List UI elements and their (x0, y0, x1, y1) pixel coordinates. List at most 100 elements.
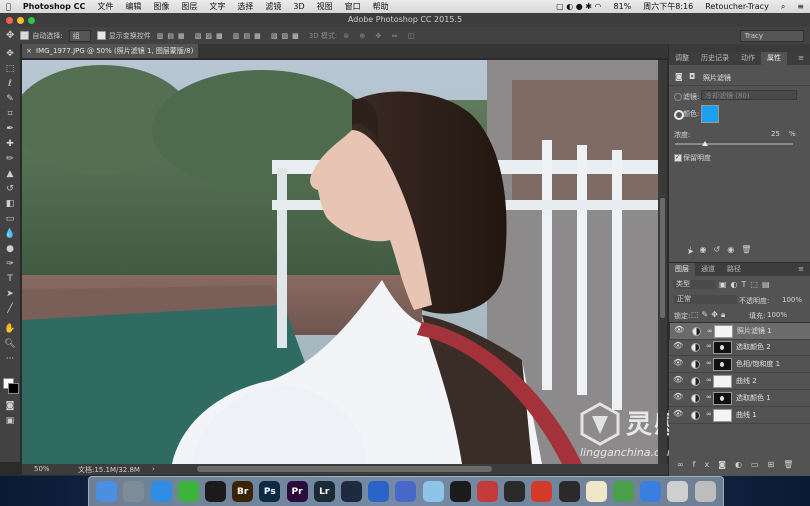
link-chain-icon[interactable]: ∞ (706, 393, 712, 401)
search-icon[interactable]: ⌕ (775, 2, 791, 12)
filter-dropdown[interactable]: 冷却滤镜 (80) (701, 90, 797, 100)
layer-mask-thumbnail[interactable] (713, 392, 732, 405)
zoom-window-button[interactable] (28, 17, 35, 24)
layer-row[interactable]: 👁︎ ∞ 选取颜色 1 (669, 390, 810, 407)
menu-image[interactable]: 图像 (147, 1, 175, 12)
filter-color-swatch[interactable] (701, 105, 719, 123)
tab-properties[interactable]: 属性 (761, 52, 787, 65)
opacity-value[interactable]: 100% (782, 296, 802, 304)
visibility-eye-icon[interactable]: 👁︎ (674, 326, 684, 334)
menu-layer[interactable]: 图层 (175, 1, 203, 12)
marquee-tool-icon[interactable]: ⬚ (4, 63, 16, 75)
layers-footer-icons[interactable]: ∞fx◙◐▭⊞🗑︎ (677, 460, 802, 469)
qq-icon[interactable] (204, 481, 226, 502)
visibility-eye-icon[interactable]: 👁︎ (673, 393, 683, 401)
layers-menu-icon[interactable]: ≡ (792, 263, 810, 276)
stamp-tool-icon[interactable]: ▲ (4, 168, 16, 180)
numbers-icon[interactable] (612, 481, 634, 502)
blur-tool-icon[interactable]: 💧 (4, 228, 16, 240)
type-tool-icon[interactable]: T (4, 273, 16, 285)
layer-name[interactable]: 选取颜色 1 (736, 393, 771, 403)
menu-type[interactable]: 文字 (203, 1, 231, 12)
bridge-icon[interactable]: Br (232, 481, 254, 502)
netease-music-icon[interactable] (531, 481, 553, 502)
trash-icon[interactable] (694, 481, 716, 502)
layer-mask-thumbnail[interactable] (713, 341, 732, 354)
status-icons[interactable]: ▢ ◐ ● ✱ ◠ (550, 2, 607, 11)
tab-layers[interactable]: 图层 (669, 263, 695, 276)
shape-tool-icon[interactable]: ╱ (4, 303, 16, 315)
visibility-eye-icon[interactable]: 👁︎ (673, 342, 683, 350)
status-menu-arrow-icon[interactable]: › (152, 465, 155, 473)
lasso-tool-icon[interactable]: ℓ (4, 78, 16, 90)
density-value[interactable]: 25 (771, 130, 780, 138)
davinci-icon[interactable] (449, 481, 471, 502)
layer-name[interactable]: 曲线 1 (736, 410, 757, 420)
properties-footer-icons[interactable]: ⤓◉↺◉🗑︎ (689, 245, 758, 255)
path-select-tool-icon[interactable]: ➤ (4, 288, 16, 300)
layer-name[interactable]: 曲线 2 (736, 376, 757, 386)
screen-icon[interactable] (667, 481, 689, 502)
obs-icon[interactable] (504, 481, 526, 502)
move-tool-icon[interactable]: ✥ (6, 30, 14, 41)
link-chain-icon[interactable]: ∞ (706, 376, 712, 384)
layer-name[interactable]: 色相/饱和度 1 (736, 359, 780, 369)
zoom-tool-icon[interactable]: 🔍︎ (4, 338, 16, 350)
quick-select-tool-icon[interactable]: ✎ (4, 93, 16, 105)
filter-kind-dropdown[interactable]: 类型 (673, 280, 716, 289)
document-size[interactable]: 文档:15.1M/32.8M (78, 465, 140, 475)
tab-channels[interactable]: 通道 (695, 263, 721, 276)
tab-actions[interactable]: 动作 (735, 52, 761, 65)
background-color-swatch[interactable] (8, 383, 19, 394)
mask-icon[interactable]: ◘ (689, 72, 695, 81)
datetime[interactable]: 周六下午8:16 (637, 1, 699, 12)
layer-name[interactable]: 照片滤镜 1 (737, 326, 772, 336)
healing-tool-icon[interactable]: ✚ (4, 138, 16, 150)
quicktime-icon[interactable] (558, 481, 580, 502)
baidu-netdisk-icon[interactable] (368, 481, 390, 502)
vertical-scroll-thumb[interactable] (660, 198, 665, 318)
close-window-button[interactable] (6, 17, 13, 24)
move-tool-icon[interactable]: ✥ (4, 48, 16, 60)
menu-list-icon[interactable]: ≡ (791, 2, 810, 11)
vertical-scrollbar[interactable] (658, 60, 667, 464)
tab-paths[interactable]: 路径 (721, 263, 747, 276)
close-tab-icon[interactable]: × (26, 44, 32, 58)
info-icon[interactable] (422, 481, 444, 502)
safari-icon[interactable] (150, 481, 172, 502)
panel-menu-icon[interactable]: ≡ (792, 52, 810, 65)
menu-select[interactable]: 选择 (231, 1, 259, 12)
horizontal-scroll-thumb[interactable] (197, 466, 492, 472)
hand-tool-icon[interactable]: ✋ (4, 323, 16, 335)
panel-collapse-bar[interactable] (669, 44, 810, 52)
blend-mode-dropdown[interactable]: 正常 (674, 295, 737, 304)
menu-file[interactable]: 文件 (91, 1, 119, 12)
document-tab[interactable]: × IMG_1977.JPG @ 50% (照片滤镜 1, 图层蒙版/8) * (22, 44, 198, 69)
quick-mask-icon[interactable]: ◙ (4, 400, 16, 412)
wechat-icon[interactable] (177, 481, 199, 502)
menu-3d[interactable]: 3D (287, 2, 310, 11)
dodge-tool-icon[interactable]: ● (4, 243, 16, 255)
user-name[interactable]: Retoucher-Tracy (699, 2, 775, 11)
menu-photoshop[interactable]: Photoshop CC (17, 2, 92, 11)
lightroom-icon[interactable]: Lr (313, 481, 335, 502)
filter-radio[interactable] (674, 93, 682, 101)
visibility-eye-icon[interactable]: 👁︎ (673, 359, 683, 367)
menu-help[interactable]: 帮助 (367, 1, 395, 12)
battery-text[interactable]: 81% (607, 2, 637, 11)
photo-app-icon[interactable] (395, 481, 417, 502)
crop-tool-icon[interactable]: ⌗ (4, 108, 16, 120)
link-chain-icon[interactable]: ∞ (706, 342, 712, 350)
notes-icon[interactable] (585, 481, 607, 502)
link-chain-icon[interactable]: ∞ (706, 410, 712, 418)
auto-select-checkbox[interactable] (20, 31, 30, 40)
apple-menu-icon[interactable]:  (0, 2, 17, 11)
layer-row[interactable]: 👁︎ ∞ 选取颜色 2 (669, 339, 810, 356)
auto-select-dropdown[interactable]: 组 (68, 29, 91, 42)
layer-mask-thumbnail[interactable] (713, 358, 732, 371)
density-slider[interactable] (675, 143, 793, 145)
visibility-eye-icon[interactable]: 👁︎ (673, 376, 683, 384)
brush-tool-icon[interactable]: ✏ (4, 153, 16, 165)
visibility-eye-icon[interactable]: 👁︎ (673, 410, 683, 418)
record-icon[interactable] (476, 481, 498, 502)
